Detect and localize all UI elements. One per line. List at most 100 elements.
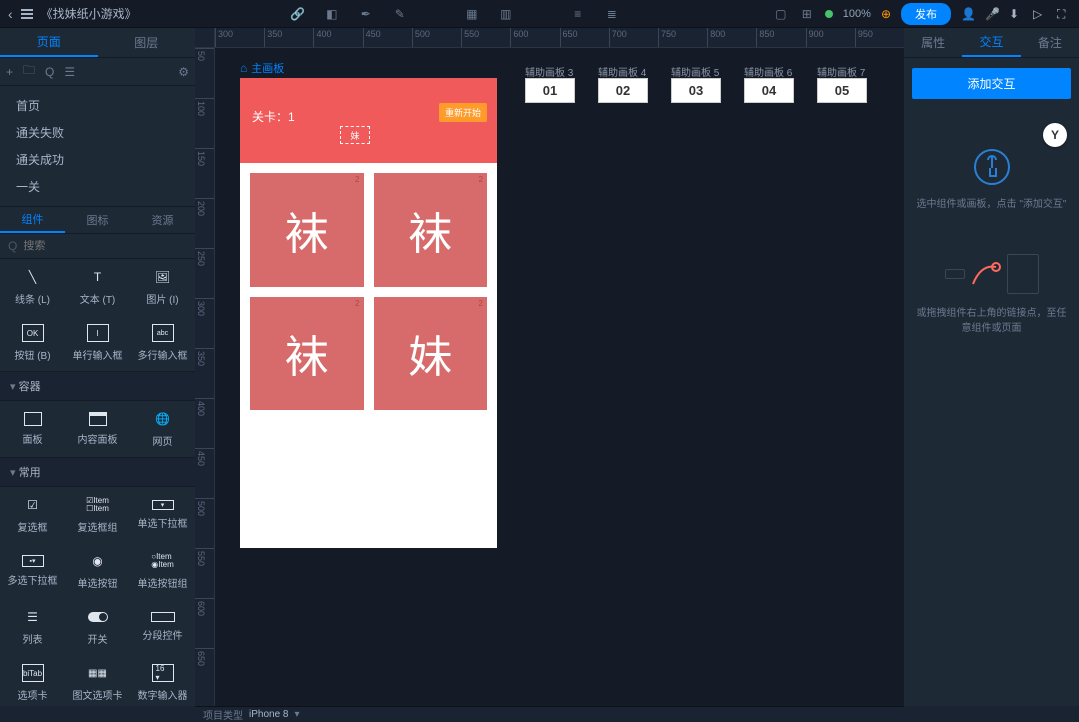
device-icon[interactable]: ▢ <box>773 6 789 22</box>
search-input[interactable] <box>23 240 187 252</box>
pen-icon[interactable]: ✒ <box>358 6 374 22</box>
main-artboard[interactable]: 关卡：1 重新开始 妹 袜2 袜2 袜2 妹2 <box>240 78 497 548</box>
search-page-icon[interactable]: Q <box>45 65 54 79</box>
subtab-components[interactable]: 组件 <box>0 207 65 233</box>
folder-icon[interactable]: 🗀 <box>23 61 35 82</box>
brush-icon[interactable]: ✎ <box>392 6 408 22</box>
game-cell[interactable]: 妹2 <box>374 297 488 411</box>
comp-textarea[interactable]: abc多行输入框 <box>130 315 195 371</box>
comp-checkbox[interactable]: ☑复选框 <box>0 487 65 543</box>
tab-pages[interactable]: 页面 <box>0 28 98 57</box>
aux-artboard[interactable]: 04 <box>744 78 794 103</box>
image-icon[interactable]: ▦ <box>464 6 480 22</box>
link-icon[interactable]: 🔗 <box>290 6 306 22</box>
section-common[interactable]: 常用 <box>0 457 195 487</box>
comp-button[interactable]: OK按钮 (B) <box>0 315 65 371</box>
game-cell[interactable]: 袜2 <box>374 173 488 287</box>
add-page-icon[interactable]: + <box>6 65 13 79</box>
selected-element[interactable]: 妹 <box>340 126 370 144</box>
menu-button[interactable] <box>21 9 33 19</box>
comp-line[interactable]: ╲线条 (L) <box>0 259 65 315</box>
download-icon[interactable]: ⬇ <box>1009 7 1023 21</box>
list-icon[interactable]: ☰ <box>64 65 75 79</box>
tab-properties[interactable]: 属性 <box>904 28 962 57</box>
publish-button[interactable]: 发布 <box>901 3 951 25</box>
game-cell[interactable]: 袜2 <box>250 173 364 287</box>
aux-artboard[interactable]: 05 <box>817 78 867 103</box>
comp-multiselect[interactable]: ▪▾多选下拉框 <box>0 543 65 599</box>
main-artboard-label[interactable]: ⌂ 主画板 <box>240 60 284 76</box>
chevron-down-icon[interactable]: ▾ <box>294 709 299 720</box>
comp-text[interactable]: T文本 (T) <box>65 259 130 315</box>
comp-content-panel[interactable]: 内容面板 <box>65 401 130 457</box>
comp-image-tabs[interactable]: ▦▦图文选项卡 <box>65 655 130 706</box>
page-item[interactable]: 首页 <box>0 92 195 119</box>
comp-radio-group[interactable]: ○Item◉Item单选按钮组 <box>130 543 195 599</box>
game-header: 关卡：1 重新开始 妹 <box>240 78 497 163</box>
right-panel: 属性 交互 备注 添加交互 Y 选中组件或画板，点击 "添加交互" 或拖拽组件右… <box>904 28 1079 706</box>
comp-select[interactable]: ▾单选下拉框 <box>130 487 195 543</box>
zoom-level[interactable]: 100% <box>843 8 871 20</box>
subtab-icons[interactable]: 图标 <box>65 207 130 233</box>
project-type-label: 项目类型 <box>203 707 243 722</box>
page-toolbar: + 🗀 Q ☰ ⚙ <box>0 58 195 86</box>
layout-icon[interactable]: ⊞ <box>799 6 815 22</box>
page-item[interactable]: 一关 <box>0 173 195 200</box>
tab-notes[interactable]: 备注 <box>1021 28 1079 57</box>
subtab-resources[interactable]: 资源 <box>130 207 195 233</box>
tab-layers[interactable]: 图层 <box>98 28 196 57</box>
back-button[interactable]: ‹ <box>8 6 13 22</box>
level-label: 关卡：1 <box>252 108 295 125</box>
section-container[interactable]: 容器 <box>0 371 195 401</box>
canvas-content[interactable]: ⌂ 主画板 关卡：1 重新开始 妹 袜2 袜2 袜2 妹2 辅助画板 3 01 … <box>215 48 904 706</box>
page-list: 首页 通关失败 通关成功 一关 <box>0 86 195 206</box>
fullscreen-icon[interactable]: ⛶ <box>1057 7 1071 21</box>
canvas-area[interactable]: 300 350 400 450 500 550 600 650 700 750 … <box>195 28 904 706</box>
game-cell[interactable]: 袜2 <box>250 297 364 411</box>
comp-number-input[interactable]: 16 ▾数字输入器 <box>130 655 195 706</box>
comp-checkbox-group[interactable]: ☑Item☐Item复选框组 <box>65 487 130 543</box>
aux-label[interactable]: 辅助画板 7 <box>817 64 865 79</box>
aux-label[interactable]: 辅助画板 3 <box>525 64 573 79</box>
tab-interactions[interactable]: 交互 <box>962 28 1020 57</box>
comp-input[interactable]: I单行输入框 <box>65 315 130 371</box>
crop-icon[interactable]: ◧ <box>324 6 340 22</box>
aux-label[interactable]: 辅助画板 4 <box>598 64 646 79</box>
comp-webpage[interactable]: 🌐网页 <box>130 401 195 457</box>
user-icon[interactable]: 👤 <box>961 7 975 21</box>
left-panel: 页面 图层 + 🗀 Q ☰ ⚙ 首页 通关失败 通关成功 一关 组件 图标 资源… <box>0 28 195 706</box>
drag-illustration <box>945 254 1039 294</box>
align2-icon[interactable]: ≣ <box>604 6 620 22</box>
ruler-corner <box>195 28 215 48</box>
comp-switch[interactable]: 开关 <box>65 599 130 655</box>
comp-segment[interactable]: 分段控件 <box>130 599 195 655</box>
comp-tabs[interactable]: biTab选项卡 <box>0 655 65 706</box>
add-interaction-button[interactable]: 添加交互 <box>912 68 1071 99</box>
comp-list[interactable]: ☰列表 <box>0 599 65 655</box>
align-icon[interactable]: ≡ <box>570 6 586 22</box>
status-dot <box>825 10 833 18</box>
grid-icon[interactable]: ▥ <box>498 6 514 22</box>
aux-artboard[interactable]: 02 <box>598 78 648 103</box>
home-icon: ⌂ <box>240 61 247 75</box>
help-button[interactable]: Y <box>1043 123 1067 147</box>
aux-artboard[interactable]: 01 <box>525 78 575 103</box>
common-components: ☑复选框 ☑Item☐Item复选框组 ▾单选下拉框 ▪▾多选下拉框 ◉单选按钮… <box>0 487 195 706</box>
aux-label[interactable]: 辅助画板 6 <box>744 64 792 79</box>
page-item[interactable]: 通关失败 <box>0 119 195 146</box>
play-icon[interactable]: ▷ <box>1033 7 1047 21</box>
comp-panel[interactable]: 面板 <box>0 401 65 457</box>
basic-components: ╲线条 (L) T文本 (T) 🖼图片 (I) OK按钮 (B) I单行输入框 … <box>0 259 195 371</box>
settings-icon[interactable]: ⚙ <box>178 65 189 79</box>
project-type-value[interactable]: iPhone 8 <box>249 709 288 720</box>
component-search: Q <box>0 234 195 259</box>
add-icon[interactable]: ⊕ <box>881 7 891 21</box>
mic-icon[interactable]: 🎤 <box>985 7 999 21</box>
comp-image[interactable]: 🖼图片 (I) <box>130 259 195 315</box>
comp-radio[interactable]: ◉单选按钮 <box>65 543 130 599</box>
aux-artboard[interactable]: 03 <box>671 78 721 103</box>
page-item[interactable]: 通关成功 <box>0 146 195 173</box>
interaction-hint: 选中组件或画板，点击 "添加交互" 或拖拽组件右上角的链接点，至任意组件或页面 <box>904 149 1079 336</box>
restart-button[interactable]: 重新开始 <box>439 103 487 122</box>
aux-label[interactable]: 辅助画板 5 <box>671 64 719 79</box>
